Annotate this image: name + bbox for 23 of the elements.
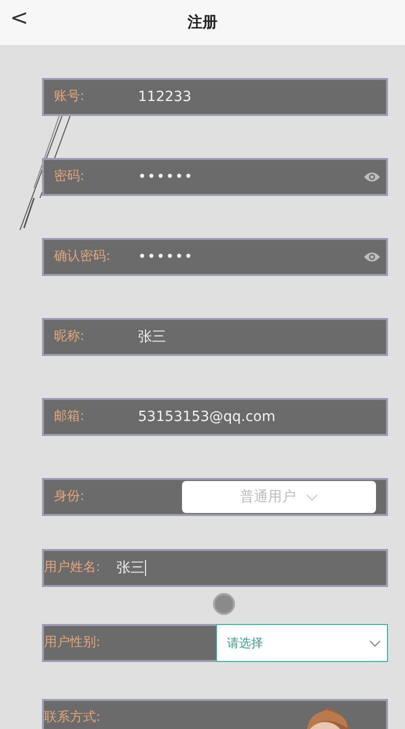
password-field[interactable]: •••••• [138, 246, 194, 268]
back-button[interactable]: < [10, 8, 28, 30]
input-field[interactable]: 张三 [138, 326, 166, 348]
field-label: 昵称: [54, 328, 86, 346]
chevron-icon [369, 640, 381, 646]
input-field[interactable]: 112233 [138, 86, 192, 108]
eye-icon[interactable] [364, 251, 380, 263]
field-label: 确认密码: [54, 248, 112, 266]
field-label: 用户性别: [44, 634, 100, 652]
chevron-icon [306, 494, 318, 500]
input-field[interactable]: 张三 [116, 558, 146, 578]
page-title: 注册 [188, 12, 218, 33]
field-label: 身份: [54, 488, 86, 506]
input-field[interactable]: 53153153@qq.com [138, 406, 276, 428]
field-label: 密码: [54, 168, 86, 186]
field-label: 账号: [54, 88, 86, 106]
gender-dropdown[interactable]: 请选择 [216, 624, 388, 662]
password-field[interactable]: •••••• [138, 166, 194, 188]
field-label: 用户姓名: [44, 559, 100, 578]
field-label: 联系方式: [44, 709, 100, 728]
field-label: 邮箱: [54, 408, 86, 426]
drag-handle[interactable] [213, 593, 235, 615]
eye-icon[interactable] [364, 171, 380, 183]
